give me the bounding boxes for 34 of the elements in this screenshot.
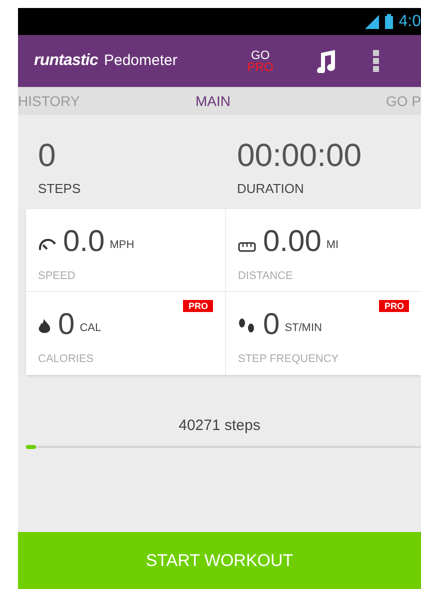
summary-value: 00:00:00 [237, 137, 362, 173]
footprints-icon [238, 318, 256, 334]
metric-unit: MPH [110, 238, 134, 253]
go-pro-button[interactable]: GO PRO [247, 49, 274, 73]
metric-value: 0.00 [263, 226, 322, 258]
metric-value: 0.0 [63, 226, 105, 258]
flame-icon [38, 318, 51, 334]
metric-label: STEP FREQUENCY [238, 352, 340, 366]
metric-label: CALORIES [38, 352, 95, 366]
ruler-icon [238, 242, 256, 252]
start-workout-button[interactable]: START WORKOUT [18, 532, 421, 589]
app-logo: runtastic [34, 51, 98, 71]
tab[interactable]: GO P [298, 90, 421, 112]
summary-label: STEPS [38, 180, 81, 198]
signal-icon [364, 14, 379, 28]
clock-time: 4:0 [398, 12, 421, 32]
metric-unit: CAL [80, 321, 102, 336]
metric-label: SPEED [38, 268, 76, 284]
tab[interactable]: MAIN [128, 90, 298, 112]
step-goal-text: 40271 steps [178, 416, 262, 436]
summary-label: DURATION [237, 180, 304, 198]
metric-label: DISTANCE [238, 268, 294, 284]
pro-badge: PRO [379, 300, 409, 312]
metric-unit: MI [326, 238, 339, 253]
menu-icon[interactable] [373, 50, 380, 72]
app-title: Pedometer [104, 50, 178, 71]
pro-badge: PRO [183, 300, 213, 312]
metric-value: 0 [58, 308, 75, 340]
tab[interactable]: HISTORY [18, 90, 128, 112]
music-note-icon[interactable] [315, 49, 338, 73]
battery-icon [384, 14, 393, 29]
summary-value: 0 [38, 137, 56, 173]
metric-value: 0 [263, 308, 280, 340]
metric-unit: ST/MIN [284, 321, 322, 336]
